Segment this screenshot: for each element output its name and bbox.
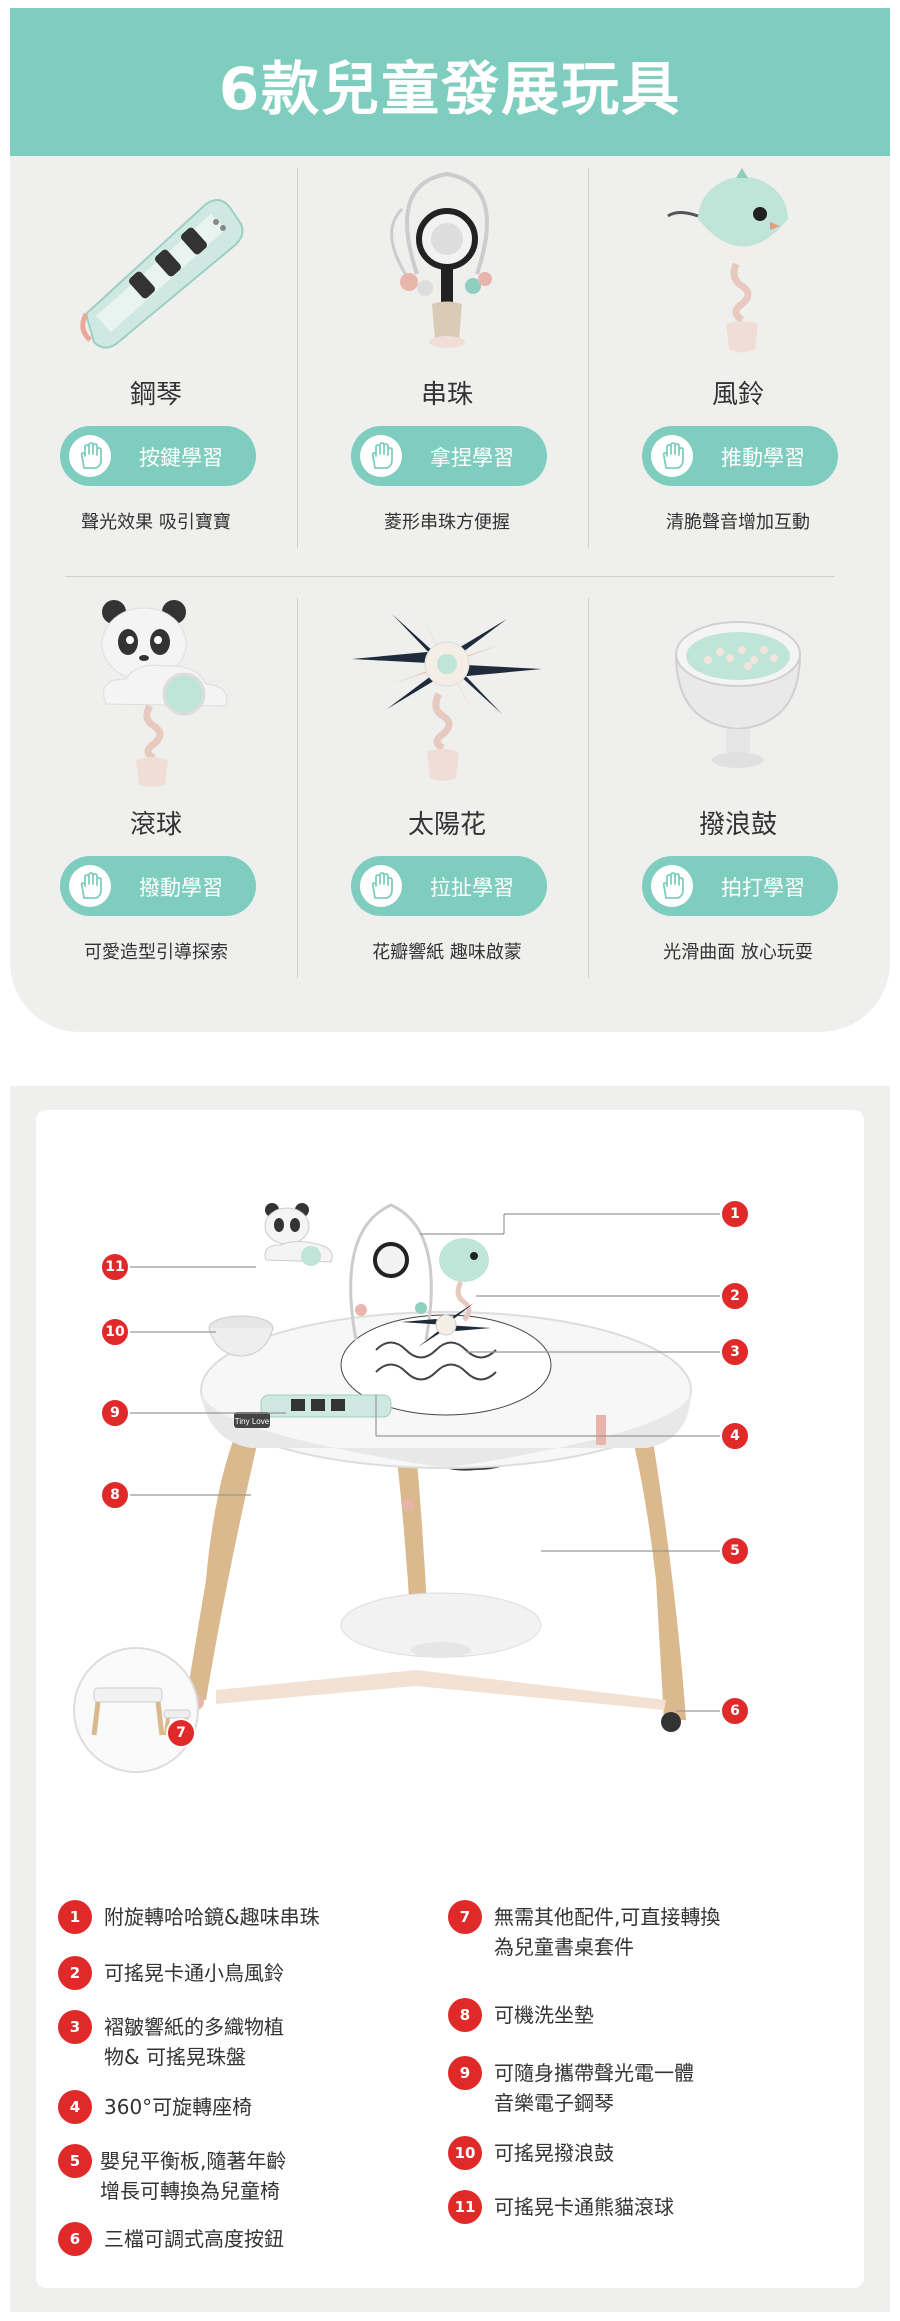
hand-icon bbox=[662, 442, 684, 469]
toy-card-beads: 串珠 拿捏學習 菱形串珠方便握 bbox=[301, 158, 593, 558]
toy-name: 撥浪鼓 bbox=[698, 810, 777, 840]
callout-8: 8 bbox=[100, 1480, 130, 1510]
skill-badge: 拿捏學習 bbox=[351, 426, 547, 486]
callout-7: 7 bbox=[166, 1718, 196, 1748]
skill-label: 按鍵學習 bbox=[139, 446, 223, 470]
toy-name: 鋼琴 bbox=[129, 380, 182, 410]
toy-description: 光滑曲面 放心玩耍 bbox=[663, 942, 813, 963]
toy-description: 花瓣響紙 趣味啟蒙 bbox=[372, 942, 522, 963]
feature-text: 褶皺響紙的多織物植物& 可搖晃珠盤 bbox=[104, 2015, 284, 2069]
skill-badge: 按鍵學習 bbox=[60, 426, 256, 486]
skill-badge: 拉扯學習 bbox=[351, 856, 547, 916]
skill-label: 拿捏學習 bbox=[430, 446, 514, 470]
feature-text: 360°可旋轉座椅 bbox=[104, 2095, 253, 2119]
toy-card-piano: 鋼琴 按鍵學習 聲光效果 吸引寶寶 bbox=[10, 158, 302, 558]
feature-number: 1 bbox=[58, 1900, 92, 1934]
sunflower-toy-image bbox=[352, 609, 542, 781]
feature-number: 10 bbox=[448, 2136, 482, 2170]
page: 6款兒童發展玩具 鋼琴 按鍵學習 聲光效果 吸引寶寶 串珠 拿捏學習 菱形串珠方… bbox=[0, 0, 900, 2321]
skill-label: 推動學習 bbox=[721, 446, 805, 470]
toy-name: 風鈴 bbox=[711, 380, 764, 410]
toy-name: 滾球 bbox=[129, 810, 182, 840]
toy-card-drum: 撥浪鼓 拍打學習 光滑曲面 放心玩耍 bbox=[592, 588, 884, 988]
hand-icon bbox=[371, 442, 393, 469]
piano-toy-image bbox=[80, 199, 244, 349]
divider bbox=[65, 576, 835, 577]
toy-card-wind-chime: 風鈴 推動學習 清脆聲音增加互動 bbox=[592, 158, 884, 558]
feature-text: 可機洗坐墊 bbox=[494, 2003, 594, 2027]
brand-logo: Tiny Love bbox=[235, 1417, 270, 1426]
feature-number: 5 bbox=[58, 2144, 92, 2178]
feature-number: 11 bbox=[448, 2190, 482, 2224]
skill-badge: 撥動學習 bbox=[60, 856, 256, 916]
title-banner: 6款兒童發展玩具 bbox=[10, 8, 890, 156]
feature-text: 可搖晃卡通小鳥風鈴 bbox=[104, 1961, 284, 1985]
toy-card-roller: 滾球 撥動學習 可愛造型引導探索 bbox=[10, 588, 302, 988]
hand-icon bbox=[80, 442, 102, 469]
feature-number: 6 bbox=[58, 2222, 92, 2256]
toy-description: 聲光效果 吸引寶寶 bbox=[81, 512, 231, 533]
callout-5: 5 bbox=[720, 1536, 750, 1566]
feature-text: 三檔可調式高度按鈕 bbox=[104, 2227, 284, 2251]
callout-10: 10 bbox=[100, 1317, 130, 1347]
bird-chime-toy-image bbox=[667, 168, 788, 353]
feature-text: 附旋轉哈哈鏡&趣味串珠 bbox=[104, 1905, 320, 1929]
skill-label: 拍打學習 bbox=[721, 876, 805, 900]
hand-icon bbox=[662, 872, 684, 899]
callout-11: 11 bbox=[100, 1252, 130, 1282]
drum-toy-image bbox=[674, 621, 802, 768]
skill-badge: 推動學習 bbox=[642, 426, 838, 486]
feature-number: 8 bbox=[448, 1998, 482, 2032]
feature-text: 可搖晃卡通熊貓滾球 bbox=[494, 2195, 674, 2219]
callout-6: 6 bbox=[720, 1696, 750, 1726]
product-feature-panel: Tiny Love 1 2 3 4 5 6 7 8 9 10 11 1 附旋轉哈… bbox=[10, 1086, 890, 2312]
toy-description: 清脆聲音增加互動 bbox=[666, 512, 810, 533]
feature-text: 無需其他配件,可直接轉換為兒童書桌套件 bbox=[494, 1905, 721, 1959]
callout-9: 9 bbox=[100, 1398, 130, 1428]
callout-3: 3 bbox=[720, 1337, 750, 1367]
callout-2: 2 bbox=[720, 1281, 750, 1311]
feature-number: 4 bbox=[58, 2090, 92, 2124]
panda-roller-toy-image bbox=[101, 600, 228, 787]
feature-number: 7 bbox=[448, 1900, 482, 1934]
toy-name: 串珠 bbox=[420, 380, 473, 410]
toy-name: 太陽花 bbox=[407, 810, 486, 840]
toy-description: 可愛造型引導探索 bbox=[84, 942, 228, 963]
feature-text: 嬰兒平衡板,隨著年齡增長可轉換為兒童椅 bbox=[100, 2149, 287, 2203]
callout-4: 4 bbox=[720, 1421, 750, 1451]
callout-1: 1 bbox=[720, 1199, 750, 1229]
feature-number: 2 bbox=[58, 1956, 92, 1990]
feature-number: 9 bbox=[448, 2056, 482, 2090]
beads-toy-image bbox=[390, 171, 492, 348]
feature-text: 可隨身攜帶聲光電一體音樂電子鋼琴 bbox=[494, 2061, 694, 2115]
feature-card: Tiny Love 1 2 3 4 5 6 7 8 9 10 11 1 附旋轉哈… bbox=[36, 1110, 864, 2288]
hand-icon bbox=[371, 872, 393, 899]
toy-card-sunflower: 太陽花 拉扯學習 花瓣響紙 趣味啟蒙 bbox=[301, 588, 593, 988]
hand-icon bbox=[80, 872, 102, 899]
feature-number: 3 bbox=[58, 2010, 92, 2044]
toy-showcase-panel: 6款兒童發展玩具 鋼琴 按鍵學習 聲光效果 吸引寶寶 串珠 拿捏學習 菱形串珠方… bbox=[10, 8, 890, 1032]
feature-text: 可搖晃撥浪鼓 bbox=[494, 2141, 614, 2165]
section-title: 6款兒童發展玩具 bbox=[218, 55, 682, 123]
skill-label: 撥動學習 bbox=[139, 876, 223, 900]
toy-description: 菱形串珠方便握 bbox=[384, 512, 510, 533]
skill-badge: 拍打學習 bbox=[642, 856, 838, 916]
skill-label: 拉扯學習 bbox=[430, 876, 514, 900]
